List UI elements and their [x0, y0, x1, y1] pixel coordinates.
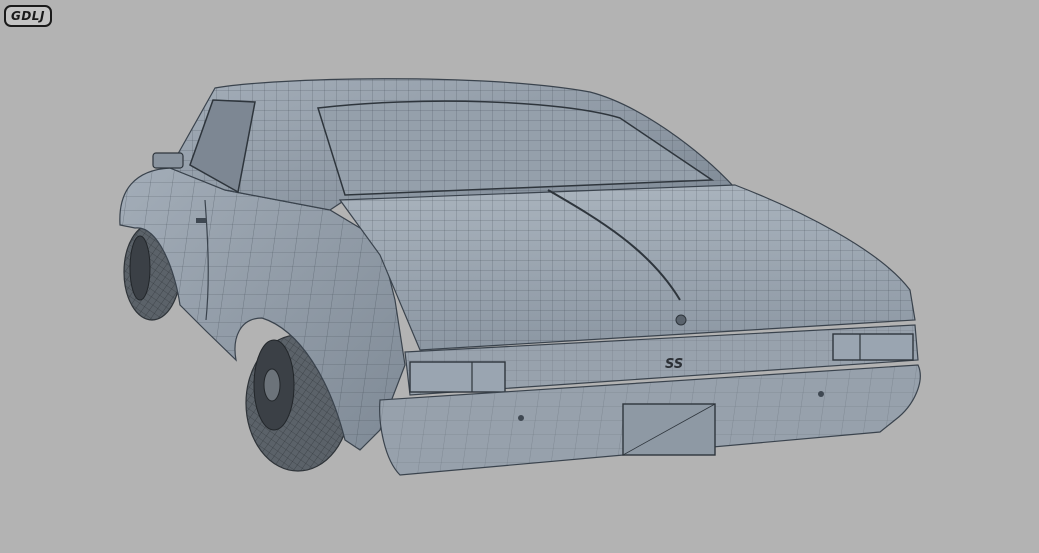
render-viewport: SS GDLJ [0, 0, 1039, 553]
trunk-lid [338, 184, 916, 351]
trunk-emblem [675, 314, 687, 326]
right-taillight [832, 333, 914, 361]
left-taillight [409, 361, 506, 393]
rear-window [317, 100, 715, 196]
ss-badge: SS [665, 357, 683, 372]
side-mirror [152, 152, 184, 169]
gdlj-logo: GDLJ [4, 5, 52, 27]
car-wireframe-render: SS [119, 78, 921, 476]
